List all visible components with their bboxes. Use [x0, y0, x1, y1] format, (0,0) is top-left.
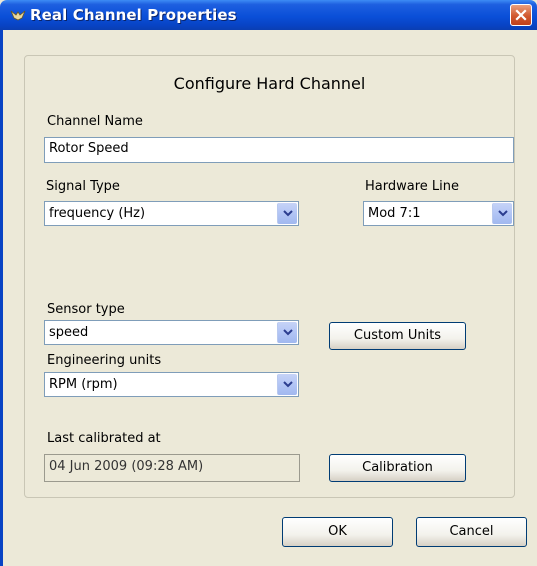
calibration-button[interactable]: Calibration: [329, 454, 466, 482]
custom-units-label: Custom Units: [353, 328, 442, 343]
sensor-type-label: Sensor type: [47, 302, 125, 317]
channel-name-field[interactable]: Rotor Speed: [44, 137, 514, 163]
signal-type-select[interactable]: frequency (Hz): [44, 201, 299, 226]
chevron-down-icon: [283, 381, 293, 388]
engineering-units-dropdown-button[interactable]: [277, 374, 297, 395]
ok-label: OK: [328, 524, 347, 539]
hardware-line-select[interactable]: Mod 7:1: [363, 201, 514, 226]
hardware-line-label: Hardware Line: [365, 179, 459, 194]
calibration-label: Calibration: [362, 460, 433, 475]
signal-type-value: frequency (Hz): [49, 206, 146, 221]
channel-name-value: Rotor Speed: [49, 141, 129, 156]
app-bird-icon: [10, 9, 26, 21]
custom-units-button[interactable]: Custom Units: [329, 322, 466, 350]
channel-name-label: Channel Name: [47, 114, 143, 129]
chevron-down-icon: [283, 210, 293, 217]
close-icon: [515, 9, 527, 21]
close-button[interactable]: [510, 4, 532, 26]
signal-type-dropdown-button[interactable]: [277, 203, 297, 224]
signal-type-label: Signal Type: [46, 179, 120, 194]
chevron-down-icon: [498, 210, 508, 217]
hardware-line-value: Mod 7:1: [368, 206, 421, 221]
sensor-type-value: speed: [49, 325, 89, 340]
dialog-heading: Configure Hard Channel: [173, 74, 366, 93]
last-calibrated-value: 04 Jun 2009 (09:28 AM): [49, 459, 204, 474]
hardware-line-dropdown-button[interactable]: [492, 203, 512, 224]
dialog-window: Real Channel Properties Configure Hard C…: [0, 0, 537, 566]
cancel-label: Cancel: [449, 524, 494, 539]
window-frame-left: [0, 30, 3, 566]
sensor-type-dropdown-button[interactable]: [277, 322, 297, 343]
cancel-button[interactable]: Cancel: [416, 517, 527, 547]
window-title: Real Channel Properties: [30, 6, 237, 24]
title-bar[interactable]: Real Channel Properties: [0, 0, 537, 30]
engineering-units-select[interactable]: RPM (rpm): [44, 372, 299, 397]
last-calibrated-label: Last calibrated at: [47, 431, 161, 446]
last-calibrated-field: 04 Jun 2009 (09:28 AM): [44, 454, 300, 482]
chevron-down-icon: [283, 329, 293, 336]
engineering-units-label: Engineering units: [47, 353, 162, 368]
sensor-type-select[interactable]: speed: [44, 320, 299, 345]
engineering-units-value: RPM (rpm): [49, 377, 118, 392]
ok-button[interactable]: OK: [282, 517, 393, 547]
